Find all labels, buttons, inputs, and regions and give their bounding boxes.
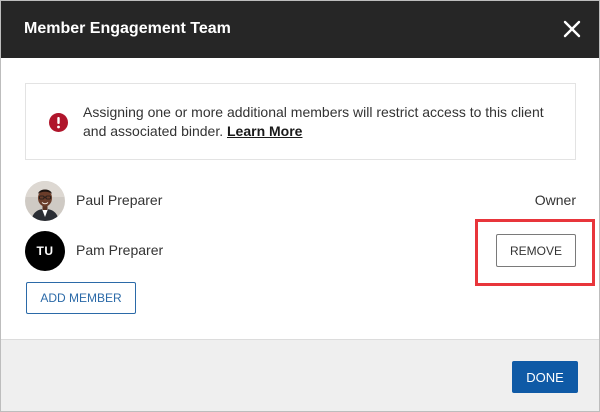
dialog-title: Member Engagement Team xyxy=(24,20,231,37)
alert-message-text: Assigning one or more additional members… xyxy=(83,104,544,139)
member-engagement-dialog: Member Engagement Team Assigning one or … xyxy=(0,0,600,412)
restriction-alert: Assigning one or more additional members… xyxy=(25,83,576,160)
member-name: Pam Preparer xyxy=(76,242,164,258)
dialog-header: Member Engagement Team xyxy=(1,1,599,58)
done-button[interactable]: DONE xyxy=(512,361,578,393)
avatar xyxy=(25,181,65,221)
remove-member-button[interactable]: REMOVE xyxy=(496,234,576,267)
avatar: TU xyxy=(25,231,65,271)
dialog-footer: DONE xyxy=(1,339,599,411)
alert-message: Assigning one or more additional members… xyxy=(83,103,553,141)
close-icon[interactable] xyxy=(561,18,583,40)
member-name: Paul Preparer xyxy=(76,192,163,208)
add-member-button[interactable]: ADD MEMBER xyxy=(26,282,136,314)
member-row-paul: Paul Preparer Owner xyxy=(25,181,576,221)
learn-more-link[interactable]: Learn More xyxy=(227,123,302,139)
member-role: Owner xyxy=(534,192,576,208)
exclamation-circle-icon xyxy=(49,113,68,132)
